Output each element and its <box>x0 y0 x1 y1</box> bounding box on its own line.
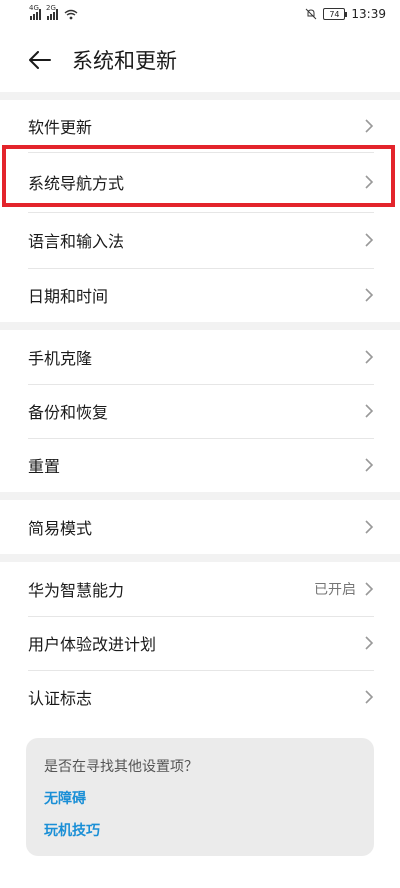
wifi-icon <box>64 9 78 19</box>
certification-item[interactable]: 认证标志 <box>0 670 400 724</box>
chevron-right-icon <box>365 582 374 596</box>
page-header: 系统和更新 <box>0 28 400 92</box>
date-time-item[interactable]: 日期和时间 <box>0 268 400 322</box>
item-label: 语言和输入法 <box>28 232 125 251</box>
chevron-right-icon <box>365 119 374 133</box>
battery-icon: 74 <box>323 8 348 20</box>
chevron-right-icon <box>365 458 374 472</box>
item-label: 认证标志 <box>28 689 93 708</box>
signal1-label: 4G <box>29 4 39 12</box>
item-label: 系统导航方式 <box>28 174 125 193</box>
status-value: 已开启 <box>314 582 356 598</box>
chevron-right-icon <box>365 690 374 704</box>
item-label: 软件更新 <box>28 118 93 137</box>
chevron-right-icon <box>365 233 374 247</box>
chevron-right-icon <box>365 288 374 302</box>
user-experience-item[interactable]: 用户体验改进计划 <box>0 616 400 670</box>
item-label: 备份和恢复 <box>28 403 109 422</box>
software-update-item[interactable]: 软件更新 <box>0 100 400 152</box>
settings-group-1: 软件更新 系统导航方式 语言和输入法 日期和时间 <box>0 100 400 322</box>
bottom-spacer <box>0 856 400 888</box>
item-label: 手机克隆 <box>28 349 93 368</box>
chevron-right-icon <box>365 520 374 534</box>
system-navigation-item[interactable]: 系统导航方式 <box>0 152 400 212</box>
back-button[interactable] <box>26 46 54 74</box>
item-label: 华为智慧能力 <box>28 581 125 600</box>
chevron-right-icon <box>365 175 374 189</box>
arrow-left-icon <box>29 51 51 69</box>
item-label: 用户体验改进计划 <box>28 635 157 654</box>
simple-mode-item[interactable]: 简易模式 <box>0 500 400 554</box>
huawei-ai-item[interactable]: 华为智慧能力 已开启 <box>0 562 400 616</box>
chevron-right-icon <box>365 350 374 364</box>
signal2-label: 2G <box>46 4 56 12</box>
status-right: 74 13:39 <box>305 7 386 21</box>
reset-item[interactable]: 重置 <box>0 438 400 492</box>
battery-level: 74 <box>329 9 340 19</box>
settings-group-4: 华为智慧能力 已开启 用户体验改进计划 认证标志 是否在寻找其他设置项？ 无障碍… <box>0 562 400 888</box>
tips-link[interactable]: 玩机技巧 <box>44 820 356 840</box>
status-left: 4G 2G <box>29 4 78 20</box>
settings-group-3: 简易模式 <box>0 500 400 554</box>
status-bar: 4G 2G 74 13:39 <box>0 0 400 28</box>
page-title: 系统和更新 <box>72 49 177 73</box>
item-label: 日期和时间 <box>28 287 109 306</box>
settings-group-2: 手机克隆 备份和恢复 重置 <box>0 330 400 492</box>
phone-clone-item[interactable]: 手机克隆 <box>0 330 400 384</box>
mute-bell-icon <box>306 8 317 20</box>
clock: 13:39 <box>351 7 386 21</box>
language-input-item[interactable]: 语言和输入法 <box>0 212 400 268</box>
accessibility-link[interactable]: 无障碍 <box>44 788 356 808</box>
suggestion-card: 是否在寻找其他设置项？ 无障碍 玩机技巧 <box>26 738 374 856</box>
suggestion-question: 是否在寻找其他设置项？ <box>44 759 198 775</box>
chevron-right-icon <box>365 636 374 650</box>
cell-signal-2-icon: 2G <box>46 4 58 20</box>
cell-signal-icon: 4G <box>29 4 41 20</box>
item-label: 重置 <box>28 457 61 476</box>
item-label: 简易模式 <box>28 519 93 538</box>
backup-restore-item[interactable]: 备份和恢复 <box>0 384 400 438</box>
chevron-right-icon <box>365 404 374 418</box>
